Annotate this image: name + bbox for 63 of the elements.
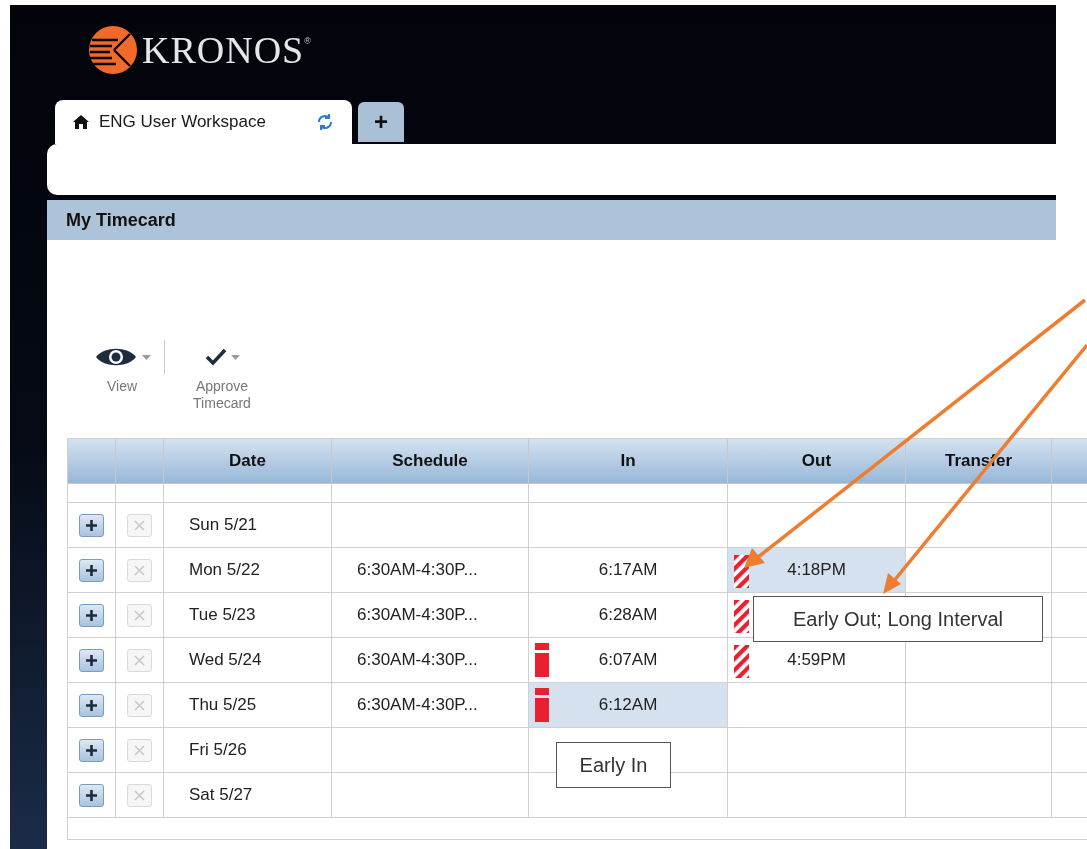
refresh-icon [316,113,334,131]
column-header: Date [229,450,266,473]
column-header: Schedule [392,450,468,473]
date-cell-text: Tue 5/23 [189,604,256,627]
home-icon [73,115,89,129]
plus-icon [85,518,98,532]
date-cell-text: Mon 5/22 [189,559,260,582]
close-icon [134,609,145,621]
exception-marker-icon [535,643,549,677]
exception-marker-icon [734,555,749,588]
add-button[interactable] [79,558,104,582]
plus-icon [85,788,98,802]
logo-wordmark: KRONOS [142,31,305,69]
date-cell-text: Sat 5/27 [189,784,253,807]
close-icon [134,744,145,756]
plus-icon [85,653,98,667]
caret-icon [141,354,151,360]
view-button[interactable]: View [92,340,152,395]
close-icon [134,564,145,576]
close-icon [134,789,145,801]
close-icon [134,699,145,711]
caret-icon [230,354,240,360]
registered-mark: ® [304,35,311,48]
checkmark-icon [204,348,227,366]
add-button[interactable] [79,603,104,627]
schedule-cell-text: 6:30AM-4:30P... [357,694,478,717]
in-punch-time: 6:12AM [598,694,658,717]
add-button[interactable] [79,693,104,717]
schedule-cell-text: 6:30AM-4:30P... [357,559,478,582]
date-cell-text: Fri 5/26 [189,739,247,762]
close-icon [134,519,145,531]
column-header: Out [801,450,832,473]
add-button[interactable] [79,738,104,762]
workspace-tab[interactable]: ENG User Workspace [55,100,352,144]
add-button[interactable] [79,648,104,672]
add-button[interactable] [79,783,104,807]
panel-title: My Timecard [66,208,176,232]
plus-icon [85,743,98,757]
plus-icon [85,563,98,577]
date-cell-text: Thu 5/25 [189,694,257,717]
date-cell-text: Sun 5/21 [189,514,258,537]
exception-marker-icon [535,688,549,722]
tooltip: Early In [556,742,671,788]
date-cell-text: Wed 5/24 [189,649,262,672]
close-icon [134,654,145,666]
out-punch-time: 4:59PM [787,649,846,672]
logo-icon [88,25,138,75]
column-header: In [620,450,636,473]
schedule-cell-text: 6:30AM-4:30P... [357,604,478,627]
plus-icon [85,698,98,712]
schedule-cell-text: 6:30AM-4:30P... [357,649,478,672]
in-punch-time: 6:28AM [598,604,658,627]
exception-marker-icon [734,645,749,678]
out-punch-time: 4:18PM [787,559,846,582]
exception-marker-icon [734,600,749,633]
eye-icon [93,346,138,368]
tooltip: Early Out; Long Interval [753,596,1043,642]
add-button[interactable] [79,513,104,537]
in-punch-time: 6:17AM [598,559,658,582]
in-punch-time: 6:07AM [598,649,658,672]
plus-icon [85,608,98,622]
approve-timecard-button[interactable]: Approve Timecard [177,340,267,412]
add-tab-button[interactable]: + [358,102,404,142]
